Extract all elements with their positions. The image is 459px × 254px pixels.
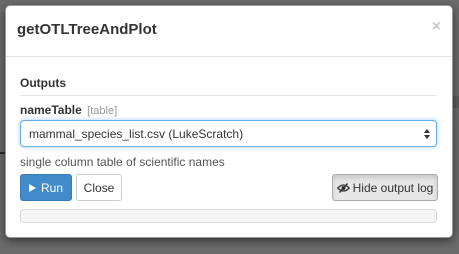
field-type: [table]	[87, 105, 118, 117]
field-name: nameTable	[20, 103, 82, 117]
run-button[interactable]: Run	[20, 174, 72, 201]
modal-dialog: getOTLTreeAndPlot × Outputs nameTable [t…	[5, 5, 453, 238]
run-button-label: Run	[40, 180, 63, 195]
field-help-text: single column table of scientific names	[20, 155, 225, 169]
modal-header: getOTLTreeAndPlot ×	[6, 6, 452, 57]
name-table-select[interactable]: mammal_species_list.csv (LukeScratch)	[20, 120, 437, 147]
select-value: mammal_species_list.csv (LukeScratch)	[29, 127, 244, 141]
section-divider	[20, 95, 437, 96]
hide-output-log-button[interactable]: Hide output log	[332, 174, 438, 201]
field-label: nameTable [table]	[20, 102, 117, 119]
close-icon[interactable]: ×	[432, 18, 441, 36]
close-button-label: Close	[83, 180, 115, 195]
close-button[interactable]: Close	[76, 174, 122, 201]
play-icon	[28, 183, 36, 192]
eye-slash-icon	[336, 182, 350, 193]
modal-title: getOTLTreeAndPlot	[17, 21, 157, 38]
outputs-heading: Outputs	[20, 76, 66, 90]
hide-output-log-label: Hide output log	[352, 180, 434, 195]
progress-bar	[20, 209, 437, 223]
select-arrows-icon	[424, 129, 430, 139]
